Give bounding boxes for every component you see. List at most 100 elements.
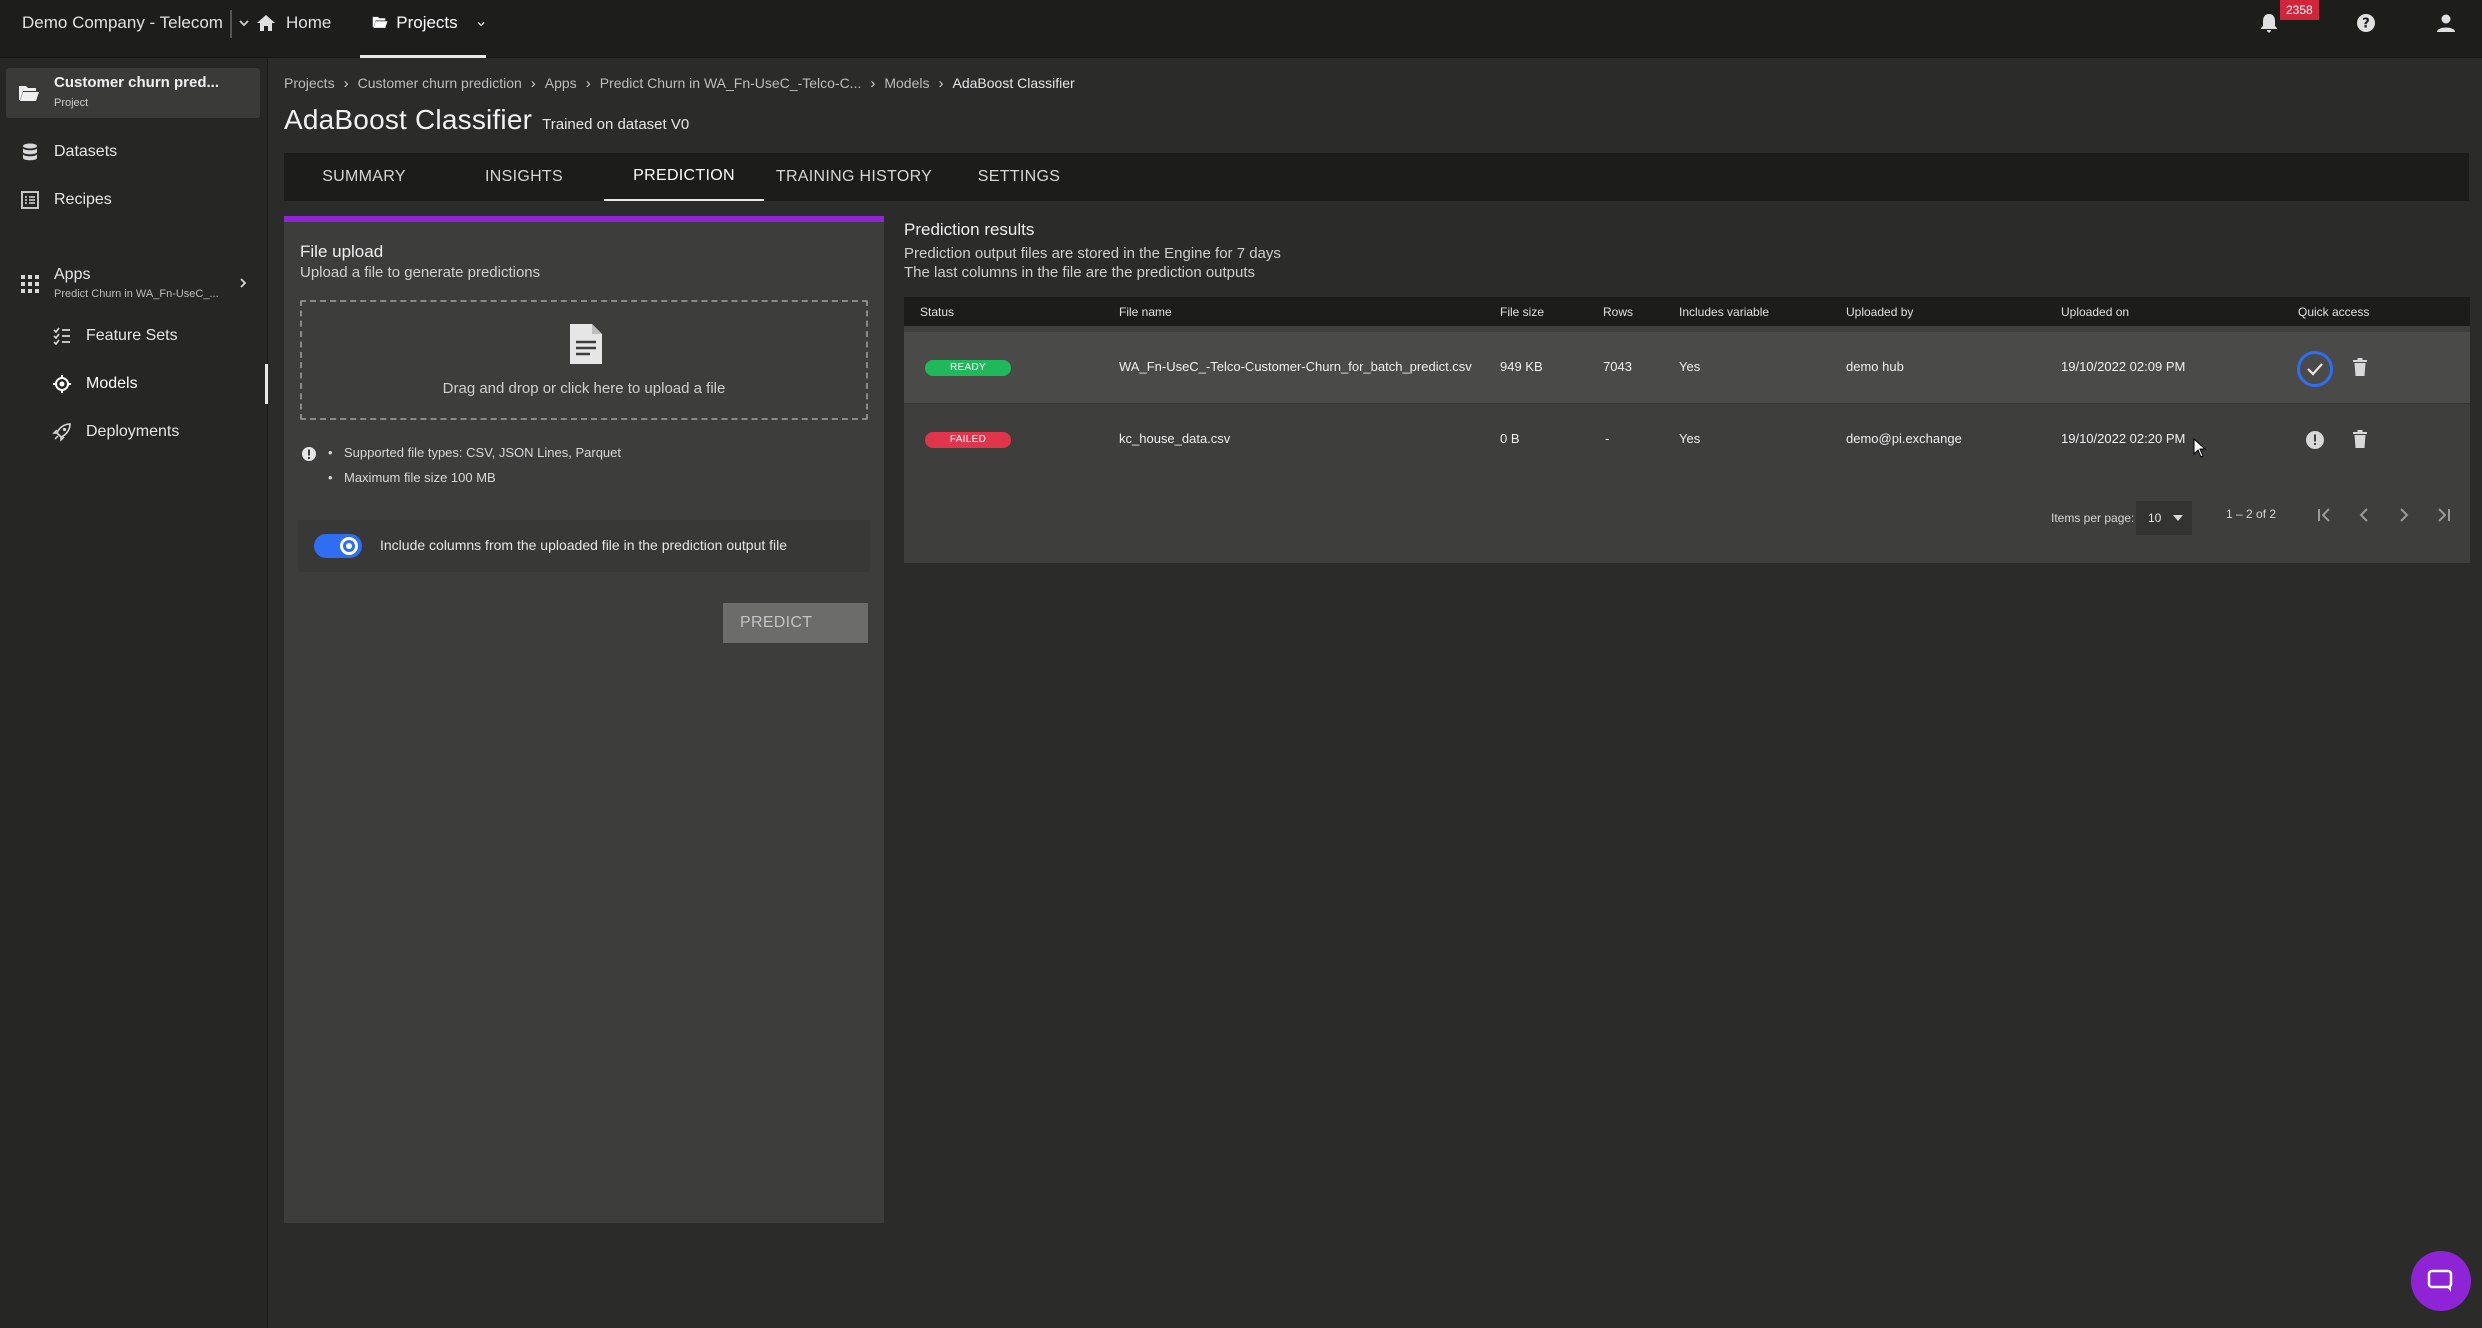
sidebar-item-label: Feature Sets (86, 327, 178, 344)
help-icon[interactable]: ? (2355, 12, 2377, 34)
predict-button[interactable]: PREDICT (723, 603, 868, 643)
breadcrumb-current: AdaBoost Classifier (952, 75, 1075, 91)
results-title: Prediction results (904, 220, 1035, 239)
paginator: Items per page: 10 1 – 2 of 2 (904, 497, 2470, 537)
last-page-icon[interactable] (2432, 503, 2456, 527)
breadcrumb: Projects › Customer churn prediction › App… (284, 72, 1075, 94)
results-note: Prediction output files are stored in th… (904, 245, 1281, 262)
results-note: The last columns in the file are the pre… (904, 264, 1256, 281)
next-page-icon[interactable] (2392, 503, 2416, 527)
table-row[interactable]: FAILED kc_house_data.csv 0 B - Yes demo@… (904, 403, 2470, 474)
status-badge: FAILED (925, 432, 1011, 448)
table-header: Status File name File size Rows Includes… (904, 297, 2470, 326)
company-selector[interactable]: Demo Company - Telecom (22, 0, 251, 46)
breadcrumb-item[interactable]: Customer churn prediction (358, 75, 522, 91)
sidebar-item-label: Deployments (86, 423, 180, 440)
alert-icon[interactable] (2305, 430, 2325, 450)
column-header: File size (1500, 305, 1545, 319)
page-subtitle: Trained on dataset V0 (542, 116, 690, 133)
tab-training-history[interactable]: TRAINING HISTORY (764, 153, 944, 201)
tab-bar: SUMMARY INSIGHTS PREDICTION TRAINING HIS… (284, 153, 2469, 201)
uploaded-by-cell: demo hub (1846, 359, 1904, 374)
check-icon (2307, 363, 2323, 376)
model-icon (53, 375, 71, 393)
first-page-icon[interactable] (2312, 503, 2336, 527)
sidebar-item-label: Recipes (54, 191, 112, 208)
bell-icon[interactable] (2258, 12, 2280, 34)
document-icon (570, 324, 602, 364)
tab-settings[interactable]: SETTINGS (944, 153, 1094, 201)
chat-icon (2427, 1269, 2453, 1292)
sidebar-item-feature-sets[interactable]: Feature Sets (0, 316, 268, 356)
breadcrumb-item[interactable]: Projects (284, 75, 335, 91)
breadcrumb-item[interactable]: Apps (545, 75, 577, 91)
include-columns-row: Include columns from the uploaded file i… (298, 520, 870, 572)
breadcrumb-separator: › (585, 74, 591, 92)
trash-icon[interactable] (2352, 429, 2368, 449)
items-per-page-value: 10 (2148, 511, 2162, 525)
requirements-list: Supported file types: CSV, JSON Lines, P… (328, 440, 621, 490)
column-header: Status (920, 305, 955, 319)
column-header: Quick access (2298, 305, 2370, 319)
chevron-down-icon (239, 20, 249, 27)
sidebar-item-apps[interactable]: Apps Predict Churn in WA_Fn-UseC_... (0, 260, 268, 306)
nav-home[interactable]: Home (256, 0, 331, 46)
column-header: Rows (1603, 305, 1634, 319)
nav-projects[interactable]: Projects (360, 0, 486, 58)
includes-variable-cell: Yes (1679, 431, 1701, 446)
breadcrumb-item[interactable]: Models (884, 75, 929, 91)
dropzone-text: Drag and drop or click here to upload a … (442, 380, 726, 397)
breadcrumb-separator: › (870, 74, 876, 92)
requirement-item: Supported file types: CSV, JSON Lines, P… (328, 440, 621, 465)
table-row[interactable]: READY WA_Fn-UseC_-Telco-Customer-Churn_f… (904, 332, 2470, 403)
breadcrumb-separator: › (343, 74, 349, 92)
sidebar-item-models[interactable]: Models (0, 364, 268, 404)
folder-open-icon (19, 86, 39, 101)
sidebar-item-label: Models (86, 375, 138, 392)
info-icon (302, 447, 316, 461)
chat-button[interactable] (2411, 1251, 2471, 1311)
checklist-icon (53, 327, 70, 346)
apps-sublabel: Predict Churn in WA_Fn-UseC_... (54, 288, 219, 300)
list-icon (21, 191, 39, 209)
user-icon[interactable] (2435, 12, 2457, 34)
items-per-page-select[interactable]: 10 (2136, 501, 2192, 535)
download-ready-button[interactable] (2297, 351, 2333, 387)
file-upload-panel: File upload Upload a file to generate pr… (284, 216, 884, 1223)
svg-text:?: ? (2362, 17, 2370, 32)
toggle-knob (340, 537, 358, 555)
toggle-label: Include columns from the uploaded file i… (380, 537, 788, 553)
file-name-cell: kc_house_data.csv (1119, 431, 1231, 446)
database-icon (23, 143, 37, 161)
column-header: Uploaded on (2061, 305, 2130, 319)
previous-page-icon[interactable] (2352, 503, 2376, 527)
items-per-page-label: Items per page: (2051, 511, 2135, 525)
notification-badge: 2358 (2280, 0, 2319, 20)
status-badge: READY (925, 360, 1011, 376)
file-size-cell: 0 B (1500, 431, 1520, 446)
includes-variable-cell: Yes (1679, 359, 1701, 374)
breadcrumb-separator: › (938, 74, 944, 92)
sidebar-item-datasets[interactable]: Datasets (0, 132, 268, 172)
tab-summary[interactable]: SUMMARY (284, 153, 444, 201)
breadcrumb-item[interactable]: Predict Churn in WA_Fn-UseC_-Telco-C... (600, 75, 862, 91)
tab-insights[interactable]: INSIGHTS (444, 153, 604, 201)
chevron-down-icon[interactable] (476, 17, 486, 31)
apps-label: Apps (54, 266, 91, 283)
top-bar: Demo Company - Telecom Home Projects 235… (0, 0, 2482, 58)
tab-prediction[interactable]: PREDICTION (604, 153, 764, 201)
file-dropzone[interactable]: Drag and drop or click here to upload a … (300, 300, 868, 420)
mouse-cursor-icon (2193, 438, 2207, 458)
project-card[interactable]: Customer churn pred... Project (6, 68, 260, 118)
trash-icon[interactable] (2352, 357, 2368, 377)
include-columns-toggle[interactable] (314, 534, 362, 558)
sidebar-item-deployments[interactable]: Deployments (0, 412, 268, 452)
rows-cell: - (1605, 431, 1610, 446)
sidebar-item-label: Datasets (54, 143, 118, 160)
sidebar-item-recipes[interactable]: Recipes (0, 180, 268, 220)
company-name: Demo Company - Telecom (22, 13, 223, 32)
column-header: File name (1119, 305, 1172, 319)
upload-subtitle: Upload a file to generate predictions (300, 264, 541, 281)
divider (230, 10, 232, 38)
nav-projects-label: Projects (396, 13, 458, 32)
